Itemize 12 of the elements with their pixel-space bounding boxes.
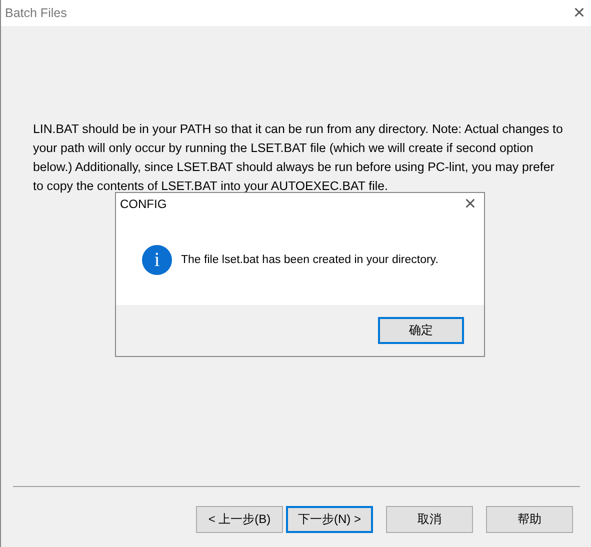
dialog-title: CONFIG <box>120 197 167 211</box>
close-icon[interactable]: × <box>573 3 585 23</box>
info-icon: i <box>142 245 172 275</box>
dialog-message: The file lset.bat has been created in your directory. <box>181 254 438 266</box>
wizard-button[interactable]: 帮助 <box>486 506 573 533</box>
ok-button[interactable]: 确定 <box>378 317 464 344</box>
close-icon[interactable]: × <box>464 194 476 214</box>
wizard-button[interactable]: 下一步(N) > <box>286 506 373 533</box>
wizard-button[interactable]: < 上一步(B) <box>196 506 283 533</box>
description-text: LIN.BAT should be in your PATH so that it can be run from any directory. Note: Actual changes to your path will only occur by running the LSET.BAT file (which we will create if second option below.) Additionally, since LSET.BAT should always be run before using PC-lint, you may prefer to copy the contents of LSET.BAT into your AUTOEXEC.BAT file. <box>33 121 563 195</box>
wizard-button[interactable]: 取消 <box>386 506 473 533</box>
window-title: Batch Files <box>5 6 67 20</box>
